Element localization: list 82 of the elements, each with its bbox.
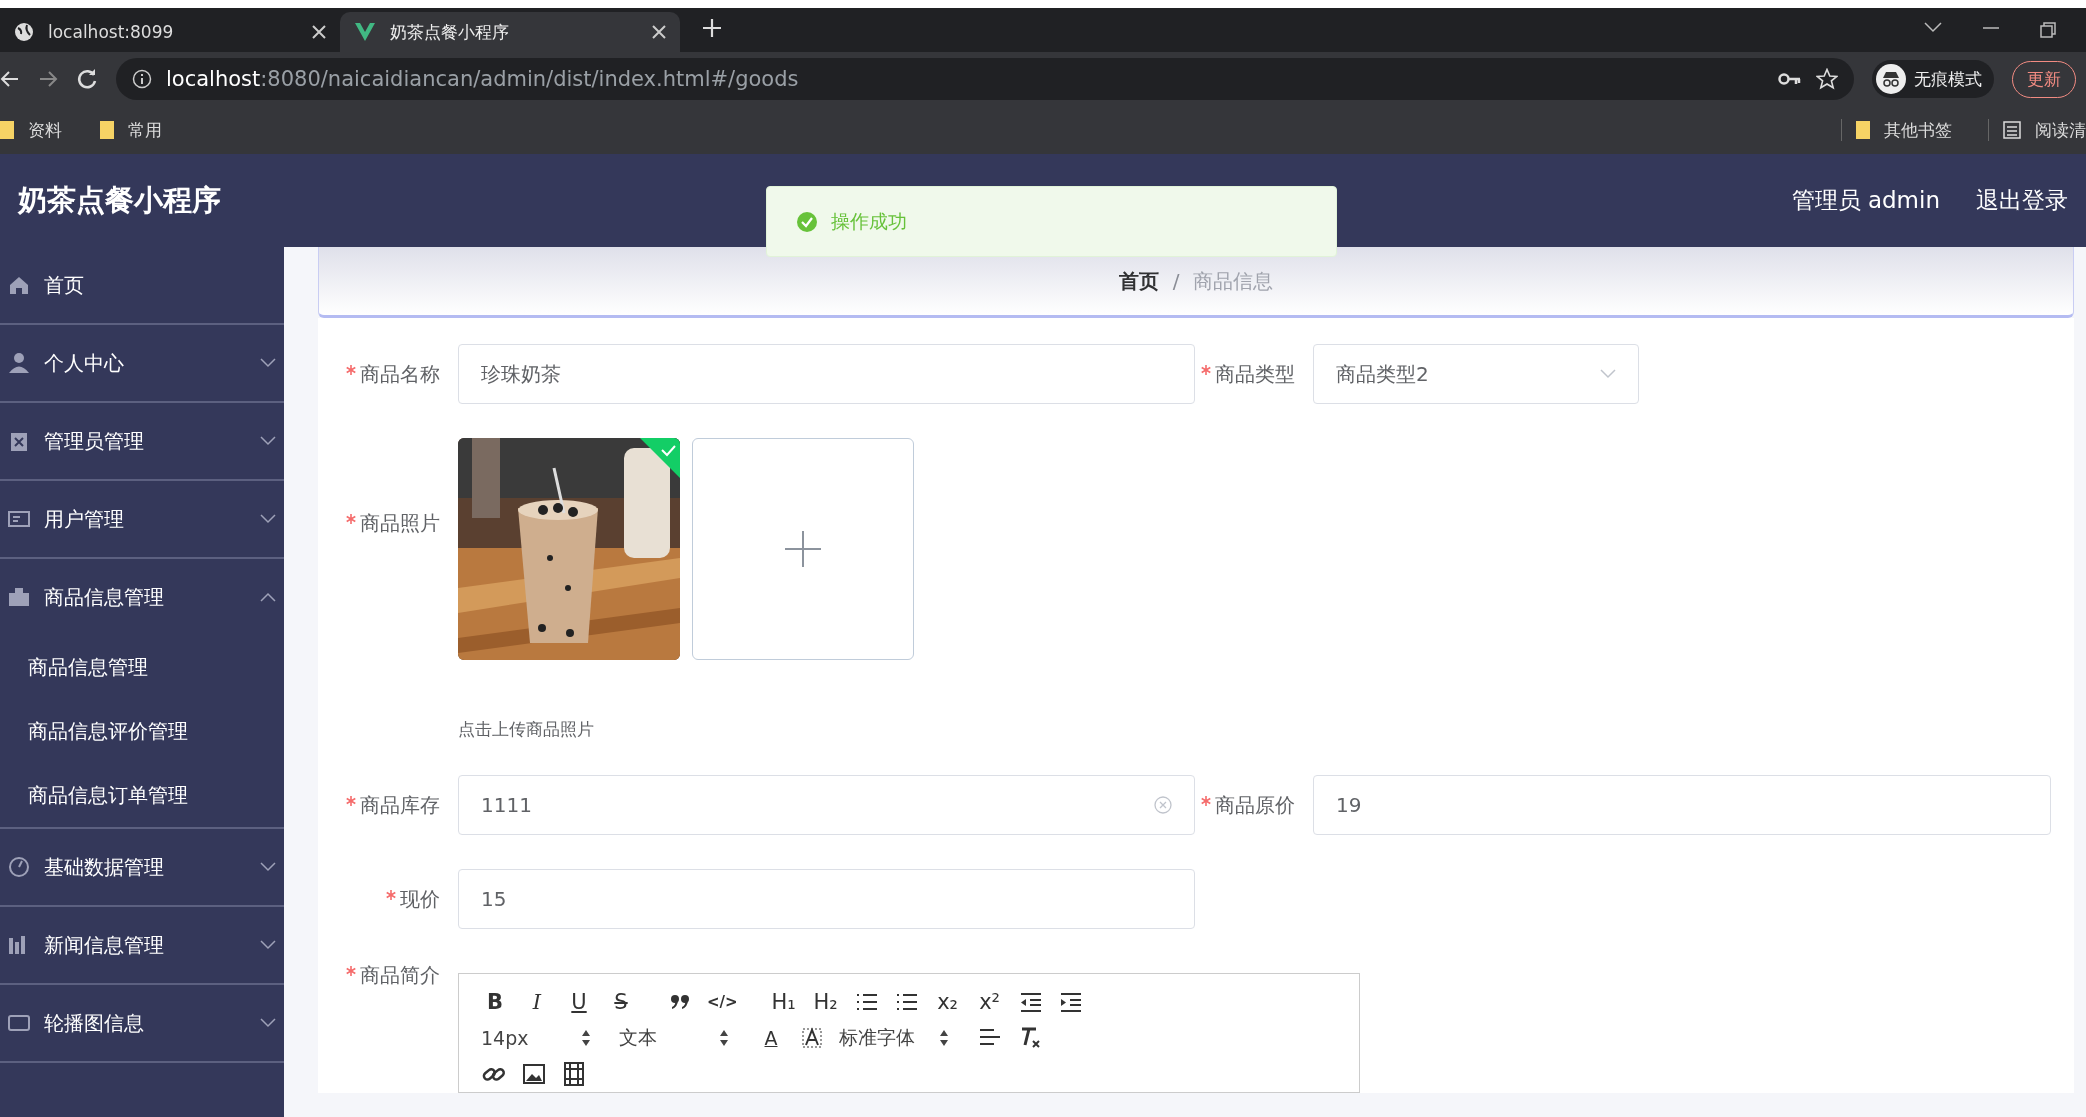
bookmark[interactable]: 其他书签 xyxy=(1856,118,1952,142)
underline-button[interactable]: U xyxy=(565,988,593,1016)
strikethrough-button[interactable]: S xyxy=(607,988,635,1016)
globe-icon xyxy=(14,22,34,42)
key-icon xyxy=(1778,72,1802,86)
forward-icon xyxy=(38,69,58,89)
logout-link[interactable]: 退出登录 xyxy=(1976,185,2068,216)
image-icon xyxy=(521,1061,547,1087)
sidebar-subitem[interactable]: 商品信息评价管理 xyxy=(0,699,284,763)
field-label: 商品原价 xyxy=(1215,793,1295,817)
restore-icon xyxy=(2040,22,2056,38)
reload-icon xyxy=(76,68,98,90)
price-field[interactable]: 15 xyxy=(458,869,1195,929)
browser-tab[interactable]: localhost:8099 xyxy=(0,12,340,52)
stock-field[interactable]: 1111 xyxy=(458,775,1195,835)
new-tab-icon xyxy=(702,18,722,38)
clear-icon[interactable] xyxy=(1154,796,1172,814)
updown-icon xyxy=(939,1029,949,1047)
incognito-badge[interactable]: 无痕模式 xyxy=(1872,60,1994,98)
rich-text-editor[interactable]: B I U S </> H₁ H₂ x₂ x² 14px 文本 A 标准字体 xyxy=(458,973,1360,1093)
field-label: 商品名称 xyxy=(360,362,440,386)
folder-icon xyxy=(100,121,114,139)
updown-icon xyxy=(581,1029,591,1047)
browser-tab[interactable]: 奶茶点餐小程序 xyxy=(340,12,680,52)
close-icon xyxy=(312,25,326,39)
code-button[interactable]: </> xyxy=(707,988,738,1016)
breadcrumb-item: 商品信息 xyxy=(1193,267,1274,295)
app-title: 奶茶点餐小程序 xyxy=(18,181,221,219)
sidebar-item[interactable]: 商品信息管理 xyxy=(0,559,284,635)
highlight-icon xyxy=(799,1025,825,1051)
gauge-icon xyxy=(8,856,30,878)
success-toast: 操作成功 xyxy=(766,186,1337,257)
toolbar-dropdown[interactable]: 标准字体 xyxy=(839,1025,949,1051)
success-icon xyxy=(797,211,817,232)
folder-icon xyxy=(1856,121,1870,139)
field-label: 现价 xyxy=(400,887,440,911)
card-icon xyxy=(8,508,30,530)
heading-button[interactable]: H₁ xyxy=(769,988,798,1016)
name-field[interactable]: 珍珠奶茶 xyxy=(458,344,1195,404)
tab-search-icon xyxy=(1924,22,1942,34)
back-icon xyxy=(0,69,20,89)
field-label: 商品库存 xyxy=(360,793,440,817)
toolbar-dropdown[interactable]: 14px xyxy=(481,1027,591,1049)
script-button[interactable]: x₂ xyxy=(933,988,962,1016)
field-label: 商品类型 xyxy=(1215,362,1295,386)
script-button[interactable]: x² xyxy=(975,988,1004,1016)
bold-button[interactable]: B xyxy=(481,988,509,1016)
v-logo-icon xyxy=(354,22,376,42)
film-icon xyxy=(561,1061,587,1087)
person-icon xyxy=(8,352,30,374)
reading-list[interactable]: 阅读清 xyxy=(2003,118,2086,142)
incognito-icon xyxy=(1876,64,1906,94)
italic-button[interactable]: I xyxy=(523,988,551,1016)
briefcase-icon xyxy=(8,586,30,608)
font-color-button[interactable]: A xyxy=(757,1024,785,1052)
sidebar-subitem[interactable]: 商品信息管理 xyxy=(0,635,284,699)
bookmark[interactable]: 资料 xyxy=(0,118,62,142)
toolbar-dropdown[interactable]: 文本 xyxy=(619,1025,729,1051)
breadcrumb-separator: / xyxy=(1172,269,1180,293)
upload-hint: 点击上传商品照片 xyxy=(458,718,595,741)
reading-list-icon xyxy=(2003,121,2021,139)
user-name: 管理员 admin xyxy=(1791,186,1940,215)
plus-icon xyxy=(783,529,823,569)
chevron-down-icon xyxy=(1600,369,1616,379)
field-label: 商品照片 xyxy=(360,511,440,535)
type-select[interactable]: 商品类型2 xyxy=(1313,344,1639,404)
info-icon xyxy=(132,69,152,89)
home-icon xyxy=(8,274,30,296)
bookmark[interactable]: 常用 xyxy=(100,118,162,142)
star-icon xyxy=(1816,68,1838,90)
close-icon xyxy=(652,25,666,39)
price-field[interactable]: 19 xyxy=(1313,775,2051,835)
address-bar[interactable]: localhost:8080/naicaidiancan/admin/dist/index.html#/goods xyxy=(116,58,1854,100)
heading-button[interactable]: H₂ xyxy=(811,988,840,1016)
sidebar-subitem[interactable]: 商品信息订单管理 xyxy=(0,763,284,827)
message-icon xyxy=(8,1012,30,1034)
folder-icon xyxy=(0,121,14,139)
clipboard-icon xyxy=(8,430,30,452)
breadcrumb-item[interactable]: 首页 xyxy=(1118,267,1159,295)
upload-area[interactable] xyxy=(692,438,914,660)
updown-icon xyxy=(719,1029,729,1047)
field-label: 商品简介 xyxy=(360,963,440,987)
